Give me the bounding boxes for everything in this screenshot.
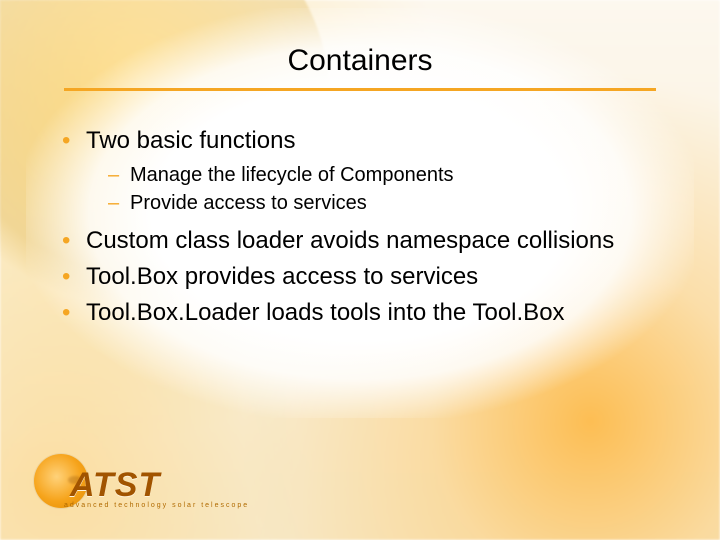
bullet-list: Two basic functions Manage the lifecycle… — [60, 126, 660, 328]
sub-bullet-list: Manage the lifecycle of Components Provi… — [86, 162, 660, 216]
logo-subtitle: advanced technology solar telescope — [64, 502, 249, 509]
sub-bullet-text: Manage the lifecycle of Components — [130, 164, 454, 186]
bullet-text: Tool.Box provides access to services — [86, 263, 478, 290]
atst-logo: ATST advanced technology solar telescope — [34, 460, 234, 520]
bullet-item: Custom class loader avoids namespace col… — [60, 226, 660, 256]
title-area: Containers — [60, 44, 660, 91]
sub-bullet-item: Manage the lifecycle of Components — [86, 162, 660, 188]
bullet-item: Tool.Box.Loader loads tools into the Too… — [60, 298, 660, 328]
body-area: Two basic functions Manage the lifecycle… — [60, 126, 660, 334]
bullet-text: Two basic functions — [86, 127, 295, 154]
logo-acronym: ATST — [70, 466, 160, 505]
slide-title: Containers — [60, 44, 660, 88]
bullet-item: Tool.Box provides access to services — [60, 262, 660, 292]
bullet-item: Two basic functions Manage the lifecycle… — [60, 126, 660, 216]
sub-bullet-item: Provide access to services — [86, 190, 660, 216]
bullet-text: Custom class loader avoids namespace col… — [86, 227, 614, 254]
bullet-text: Tool.Box.Loader loads tools into the Too… — [86, 299, 565, 326]
title-underline — [64, 88, 656, 91]
sub-bullet-text: Provide access to services — [130, 192, 367, 214]
